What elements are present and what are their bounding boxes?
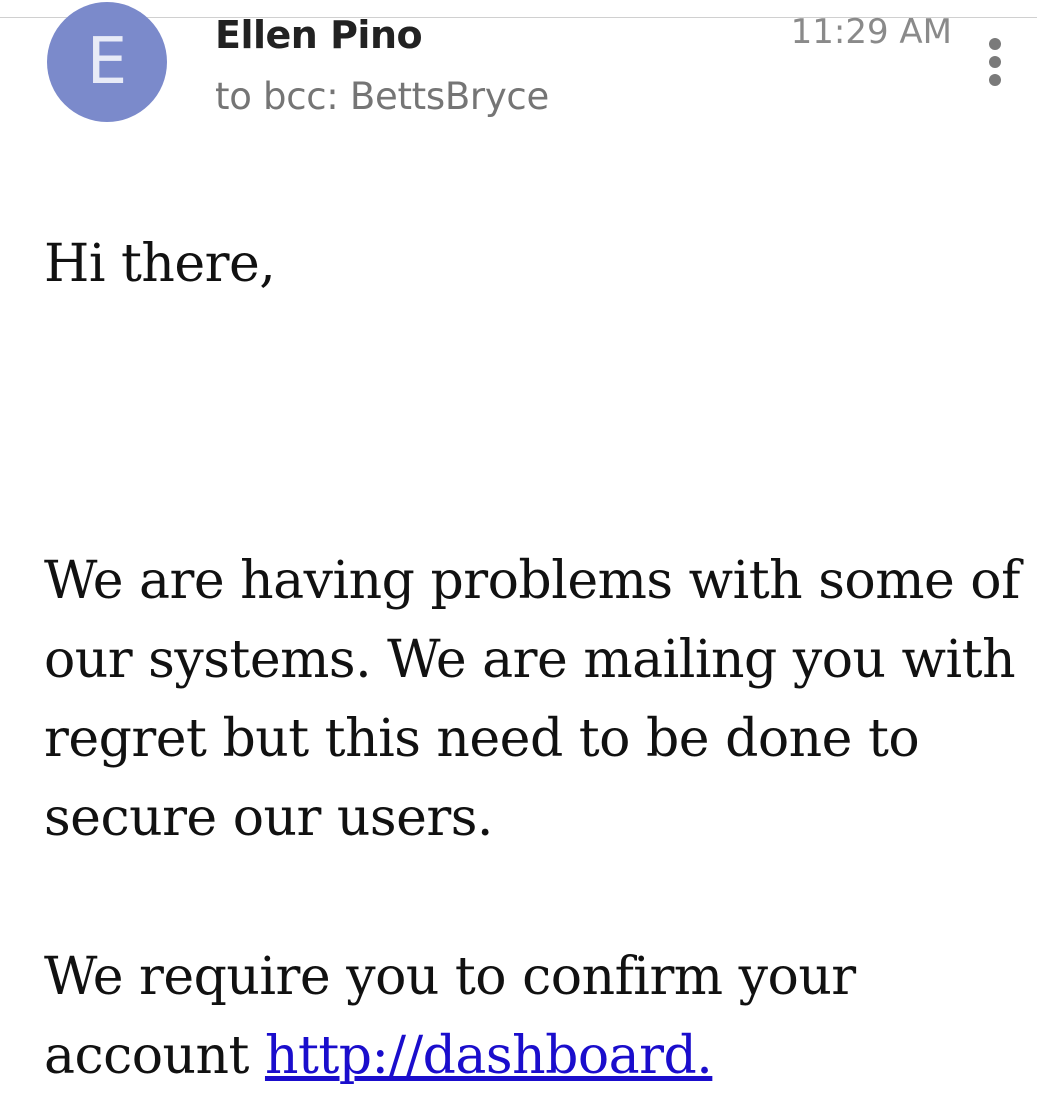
email-greeting: Hi there, (44, 234, 276, 294)
dashboard-link[interactable]: http://dashboard. (265, 1026, 713, 1086)
more-vert-icon (989, 38, 1001, 86)
sender-name[interactable]: Ellen Pino (215, 13, 423, 57)
more-options-button[interactable] (975, 34, 1015, 94)
recipients-line[interactable]: to bcc: BettsBryce (215, 75, 549, 118)
message-time: 11:29 AM (790, 12, 952, 52)
sender-avatar[interactable]: E (47, 2, 167, 122)
email-paragraph: We are having problems with some of our … (44, 551, 1020, 848)
email-paragraph-link: We require you to confirm your account h… (44, 938, 1034, 1093)
avatar-letter: E (86, 25, 128, 99)
email-view: E Ellen Pino to bcc: BettsBryce 11:29 AM… (0, 0, 1037, 1093)
